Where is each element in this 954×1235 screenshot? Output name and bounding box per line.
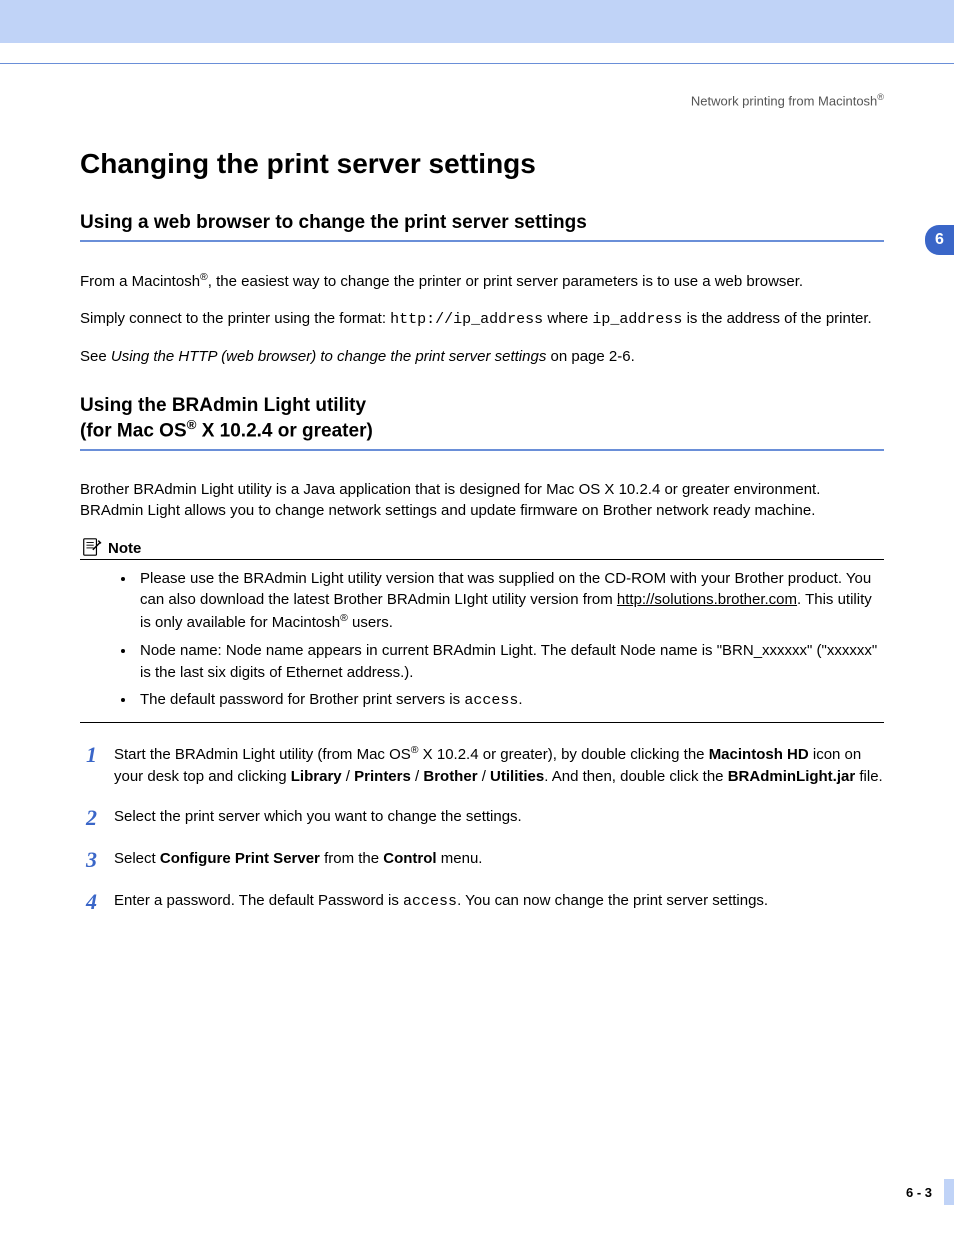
text: where xyxy=(543,310,592,327)
text: is the address of the printer. xyxy=(682,310,871,327)
running-head-text: Network printing from Macintosh xyxy=(691,93,877,108)
step-text: Start the BRAdmin Light utility (from Ma… xyxy=(114,743,884,788)
paragraph: Brother BRAdmin Light utility is a Java … xyxy=(80,479,884,521)
text: From a Macintosh xyxy=(80,273,200,290)
bold-text: Library xyxy=(291,768,342,785)
text: Enter a password. The default Password i… xyxy=(114,892,403,909)
text: from the xyxy=(320,850,383,867)
step-text: Select the print server which you want t… xyxy=(114,806,884,830)
step-number: 2 xyxy=(86,806,114,830)
step-number: 1 xyxy=(86,743,114,788)
bold-text: Control xyxy=(383,850,436,867)
text: / xyxy=(478,768,491,785)
text: See xyxy=(80,348,111,365)
paragraph: See Using the HTTP (web browser) to chan… xyxy=(80,346,884,367)
header-bar xyxy=(0,0,954,43)
step-2: 2 Select the print server which you want… xyxy=(86,806,884,830)
step-text: Select Configure Print Server from the C… xyxy=(114,848,884,872)
text: menu. xyxy=(437,850,483,867)
text: users. xyxy=(348,614,393,631)
text: Select xyxy=(114,850,160,867)
note-bullet: The default password for Brother print s… xyxy=(136,689,884,712)
note-bullet: Node name: Node name appears in current … xyxy=(136,640,884,684)
step-number: 4 xyxy=(86,890,114,914)
text: file. xyxy=(855,768,883,785)
step-text: Enter a password. The default Password i… xyxy=(114,890,884,914)
registered-mark: ® xyxy=(187,417,197,432)
note-label: Note xyxy=(108,540,141,557)
registered-mark: ® xyxy=(411,744,419,756)
paragraph: Simply connect to the printer using the … xyxy=(80,308,884,330)
text: , the easiest way to change the printer … xyxy=(208,273,803,290)
text: Simply connect to the printer using the … xyxy=(80,310,390,327)
step-4: 4 Enter a password. The default Password… xyxy=(86,890,884,914)
note-bullet: Please use the BRAdmin Light utility ver… xyxy=(136,568,884,634)
text: The default password for Brother print s… xyxy=(140,691,464,708)
page-footer: 6 - 3 xyxy=(906,1179,954,1205)
bold-text: Configure Print Server xyxy=(160,850,320,867)
text: X 10.2.4 or greater) xyxy=(196,421,372,442)
text: . You can now change the print server se… xyxy=(457,892,768,909)
step-1: 1 Start the BRAdmin Light utility (from … xyxy=(86,743,884,788)
text: Using the BRAdmin Light utility xyxy=(80,395,366,416)
note-block: Note Please use the BRAdmin Light utilit… xyxy=(80,537,884,724)
cross-reference: Using the HTTP (web browser) to change t… xyxy=(111,348,546,365)
footer-accent xyxy=(944,1179,954,1205)
code-text: access xyxy=(464,692,518,709)
running-head: Network printing from Macintosh® xyxy=(80,92,884,108)
page-title: Changing the print server settings xyxy=(80,148,884,180)
bold-text: Macintosh HD xyxy=(709,746,809,763)
note-icon xyxy=(80,537,102,557)
text: . xyxy=(518,691,522,708)
section-heading-web-browser: Using a web browser to change the print … xyxy=(80,212,884,242)
text: / xyxy=(342,768,355,785)
bold-text: Utilities xyxy=(490,768,544,785)
page-number: 6 - 3 xyxy=(906,1185,944,1200)
text: / xyxy=(411,768,424,785)
note-end-rule xyxy=(80,722,884,723)
step-number: 3 xyxy=(86,848,114,872)
text: Start the BRAdmin Light utility (from Ma… xyxy=(114,746,411,763)
code-text: ip_address xyxy=(592,311,682,328)
paragraph: From a Macintosh®, the easiest way to ch… xyxy=(80,270,884,292)
bold-text: Brother xyxy=(423,768,477,785)
code-text: access xyxy=(403,893,457,910)
code-text: http://ip_address xyxy=(390,311,543,328)
link[interactable]: http://solutions.brother.com xyxy=(617,591,797,608)
registered-mark: ® xyxy=(877,92,884,102)
registered-mark: ® xyxy=(340,612,348,624)
bold-text: Printers xyxy=(354,768,411,785)
step-3: 3 Select Configure Print Server from the… xyxy=(86,848,884,872)
text: on page 2-6. xyxy=(546,348,634,365)
text: (for Mac OS xyxy=(80,421,187,442)
chapter-tab: 6 xyxy=(925,225,954,255)
registered-mark: ® xyxy=(200,271,208,283)
bold-text: BRAdminLight.jar xyxy=(728,768,856,785)
text: . And then, double click the xyxy=(544,768,727,785)
section-heading-bradmin: Using the BRAdmin Light utility (for Mac… xyxy=(80,395,884,450)
text: X 10.2.4 or greater), by double clicking… xyxy=(419,746,709,763)
